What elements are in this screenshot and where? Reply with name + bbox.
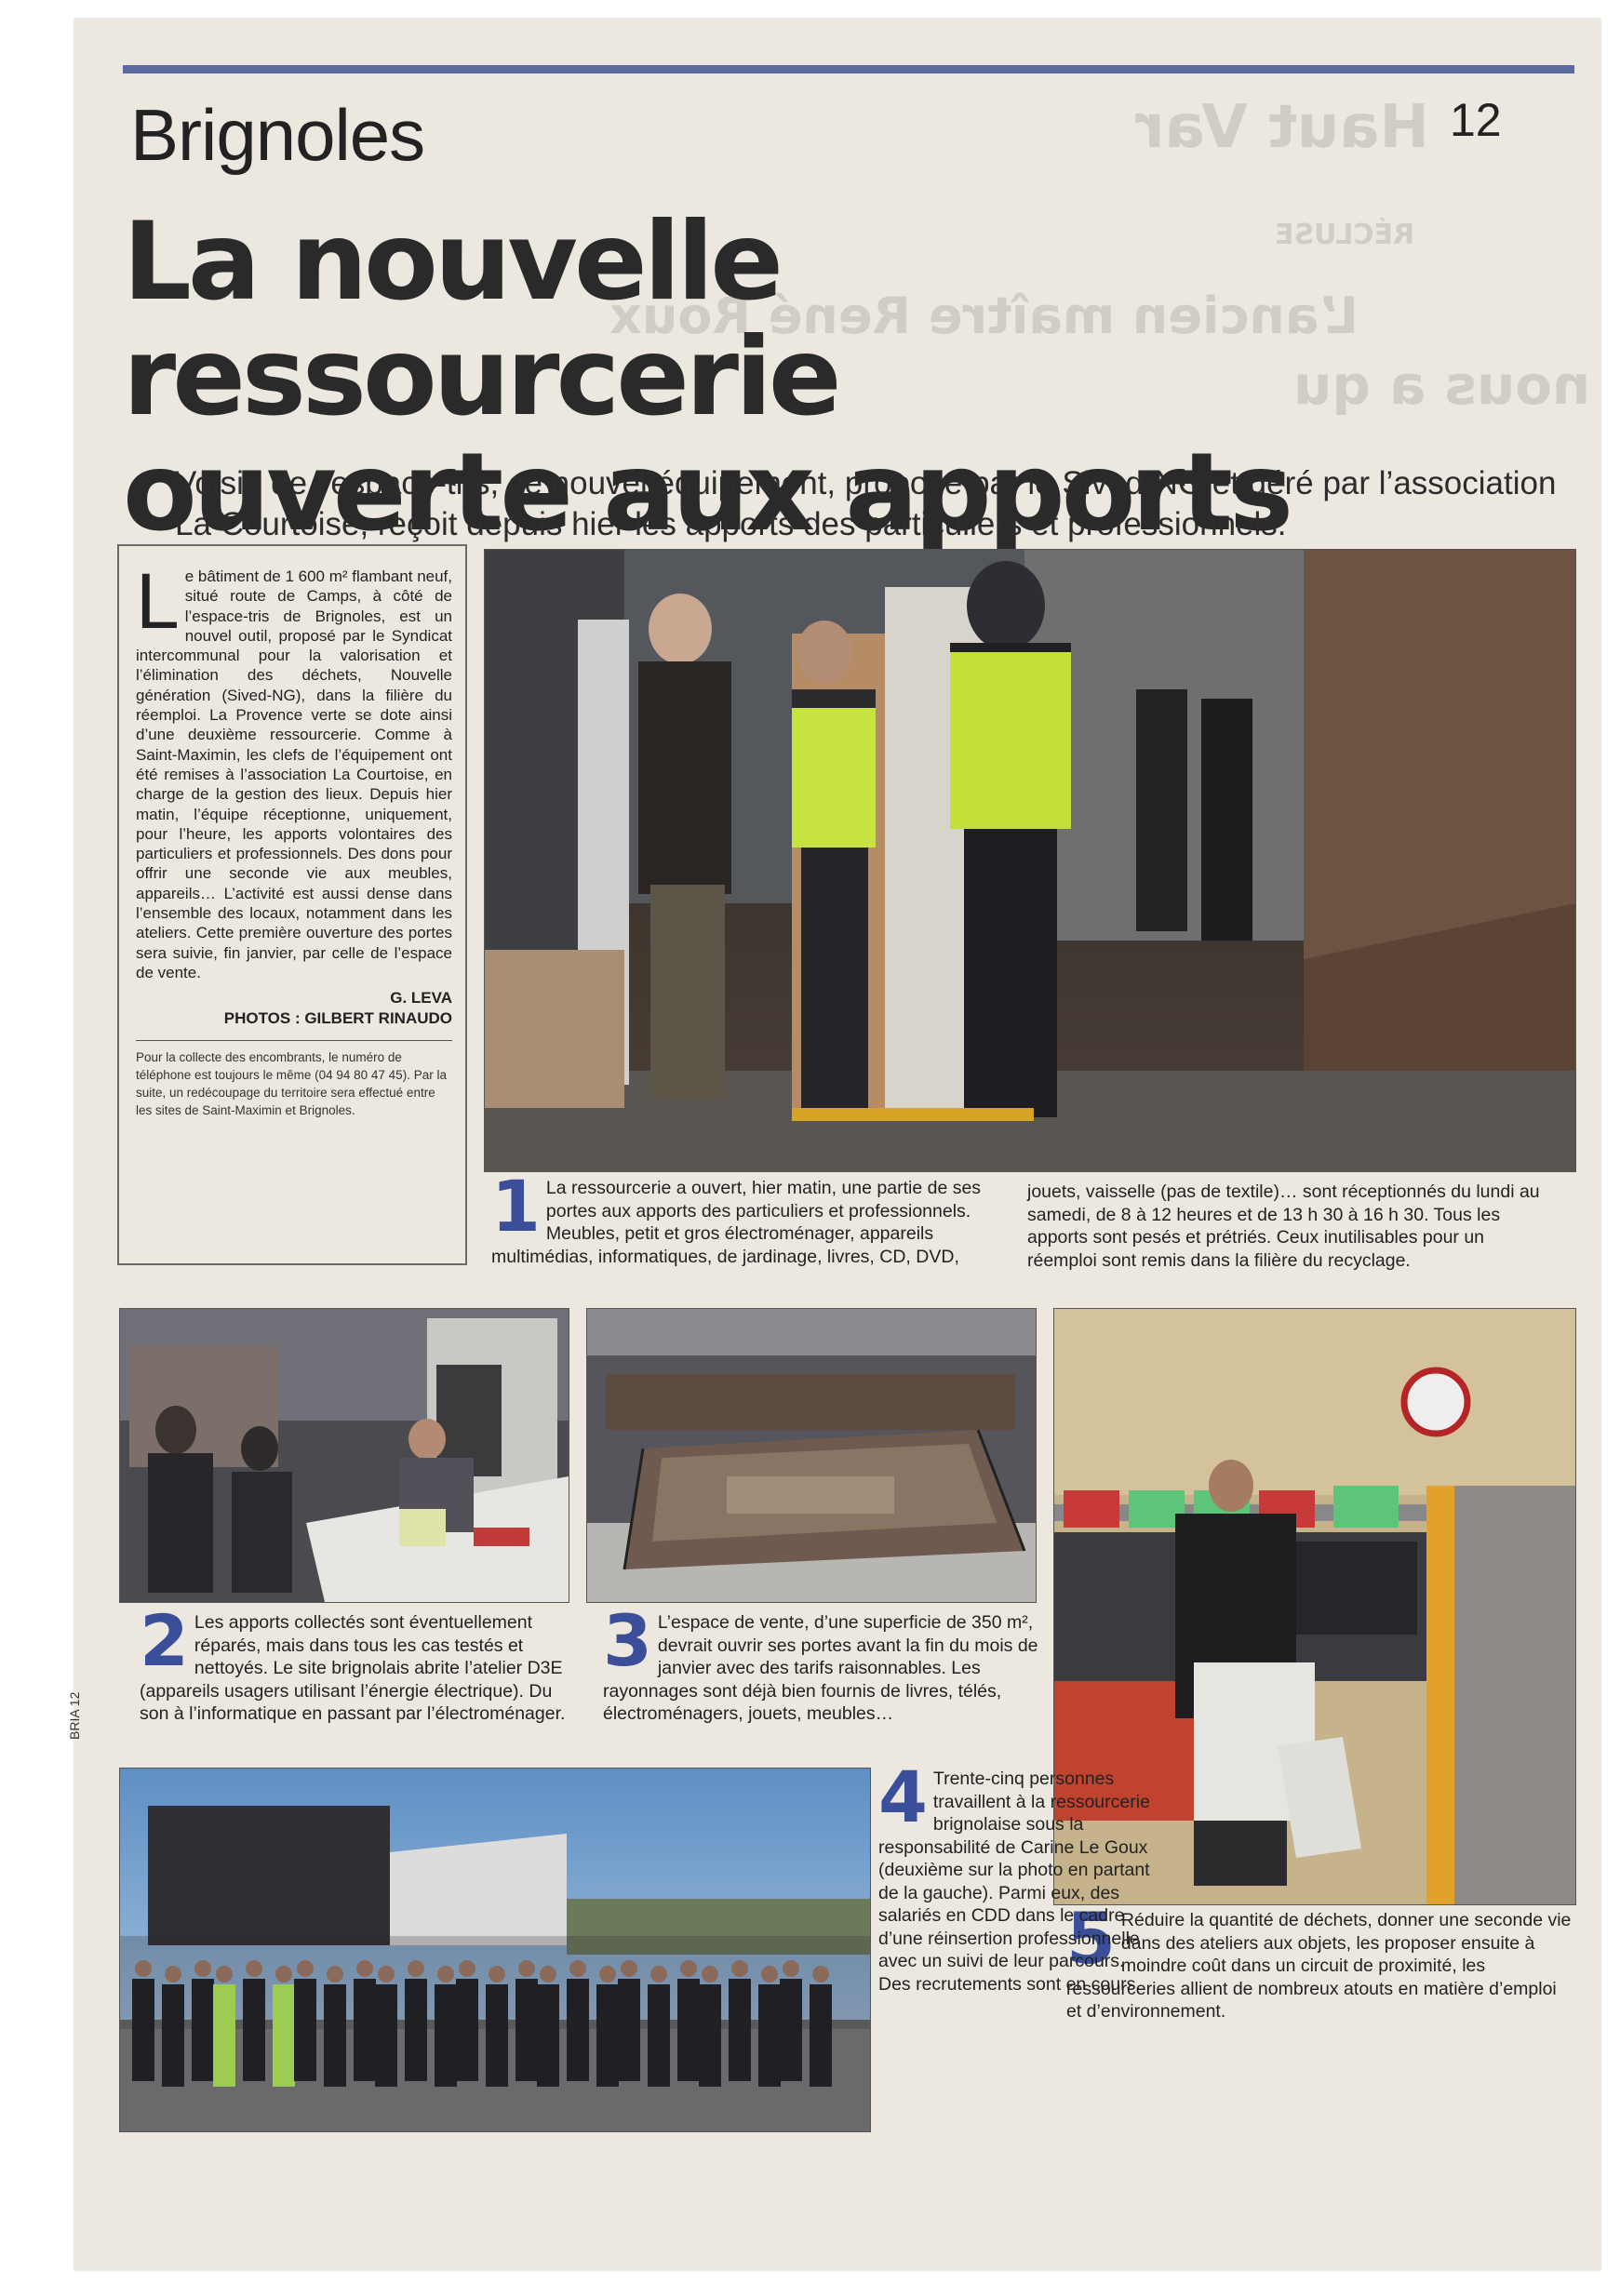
margin-code: BRIA 12 xyxy=(67,1691,82,1740)
team-member-body xyxy=(132,1979,154,2081)
team-member-body xyxy=(677,1979,700,2081)
team-member-body xyxy=(375,1984,397,2087)
photo-sales-area xyxy=(586,1308,1037,1603)
caption-2: 2 Les apports collectés sont éventuelleme… xyxy=(140,1599,577,1726)
team-member-head xyxy=(378,1966,395,1982)
caption-3-text: L’espace de vente, d’une superficie de 3… xyxy=(603,1612,1038,1724)
photo-reception xyxy=(484,549,1576,1172)
team-member-body xyxy=(162,1984,184,2087)
team-member-head xyxy=(489,1966,505,1982)
caption-1-text: La ressourcerie a ouvert, hier matin, un… xyxy=(491,1178,982,1267)
caption-2-text: Les apports collectés sont éventuellemen… xyxy=(140,1612,566,1724)
top-rule xyxy=(123,65,1574,73)
author: G. LEVA xyxy=(390,989,452,1008)
section-title: Brignoles xyxy=(130,94,425,176)
caption-number-4: 4 xyxy=(878,1755,928,1838)
team-member-body xyxy=(758,1984,781,2087)
deck-subtitle: Voisin de l’espace-tris, ce nouvel équip… xyxy=(175,465,1557,542)
team-member-head xyxy=(437,1966,454,1982)
team-member-head xyxy=(518,1960,535,1977)
team-member-head xyxy=(356,1960,373,1977)
team-member-body xyxy=(780,1979,802,2081)
team-member-head xyxy=(327,1966,343,1982)
team-member-body xyxy=(213,1984,235,2087)
caption-4: 4 Trente-cinq personnes travaillent à la … xyxy=(878,1755,1158,1996)
team-member-body xyxy=(243,1979,265,2081)
team-member-head xyxy=(761,1966,778,1982)
team-member-body xyxy=(273,1984,295,2087)
article-body: Le bâtiment de 1 600 m² flambant neuf, s… xyxy=(136,557,453,982)
team-member-head xyxy=(812,1966,829,1982)
team-member-head xyxy=(702,1966,718,1982)
team-member-body xyxy=(567,1979,589,2081)
team-member-body xyxy=(810,1984,832,2087)
team-member-head xyxy=(783,1960,799,1977)
caption-1: 1 La ressourcerie a ouvert, hier matin, u… xyxy=(491,1165,1009,1268)
team-member-body xyxy=(435,1984,457,2087)
drop-cap: L xyxy=(136,557,180,645)
headline-line-1: La nouvelle ressourcerie xyxy=(123,199,842,440)
team-member-body xyxy=(515,1979,538,2081)
team-member-head xyxy=(275,1966,292,1982)
team-member-head xyxy=(246,1960,262,1977)
collection-note: Pour la collecte des encombrants, le num… xyxy=(136,1050,447,1118)
caption-3: 3 L’espace de vente, d’une superficie de … xyxy=(603,1599,1040,1726)
article-box: Le bâtiment de 1 600 m² flambant neuf, s… xyxy=(117,544,467,1265)
team-member-head xyxy=(680,1960,697,1977)
team-member-body xyxy=(354,1979,376,2081)
team-member-head xyxy=(135,1960,152,1977)
team-member-body xyxy=(486,1984,508,2087)
team-member-body xyxy=(648,1984,670,2087)
team-member-head xyxy=(621,1960,637,1977)
team-member-body xyxy=(618,1979,640,2081)
team-member-body xyxy=(596,1984,619,2087)
team-member-body xyxy=(192,1979,214,2081)
team-member-body xyxy=(456,1979,478,2081)
team-member-head xyxy=(459,1960,475,1977)
team-member-body xyxy=(405,1979,427,2081)
team-member-head xyxy=(216,1966,233,1982)
team-member-head xyxy=(540,1966,556,1982)
team-member-body xyxy=(729,1979,751,2081)
team-member-body xyxy=(537,1984,559,2087)
team-member-head xyxy=(599,1966,616,1982)
caption-1-continued: jouets, vaisselle (pas de textile)… sont… xyxy=(1027,1181,1540,1271)
team-member-body xyxy=(324,1984,346,2087)
team-member-body xyxy=(699,1984,721,2087)
team-member-head xyxy=(731,1960,748,1977)
team-member-head xyxy=(650,1966,667,1982)
caption-number-2: 2 xyxy=(140,1599,189,1682)
newspaper-page: Haut Var RÉCLUSE L’ancien maître René Ro… xyxy=(67,19,1600,2270)
caption-number-1: 1 xyxy=(491,1165,541,1248)
photo-workshop xyxy=(119,1308,569,1603)
team-member-head xyxy=(297,1960,314,1977)
team-member-head xyxy=(408,1960,424,1977)
team-member-head xyxy=(194,1960,211,1977)
team-member-head xyxy=(165,1966,181,1982)
photo-team xyxy=(119,1768,871,2132)
bleed-haut-var: Haut Var xyxy=(1135,93,1429,162)
article-text: e bâtiment de 1 600 m² flambant neuf, si… xyxy=(136,567,453,981)
page-number: 12 xyxy=(1450,94,1502,146)
team-member-head xyxy=(569,1960,586,1977)
team-member-body xyxy=(294,1979,316,2081)
note-divider xyxy=(136,1040,452,1042)
caption-number-3: 3 xyxy=(603,1599,652,1682)
photo-credit: PHOTOS : GILBERT RINAUDO xyxy=(223,1009,452,1028)
